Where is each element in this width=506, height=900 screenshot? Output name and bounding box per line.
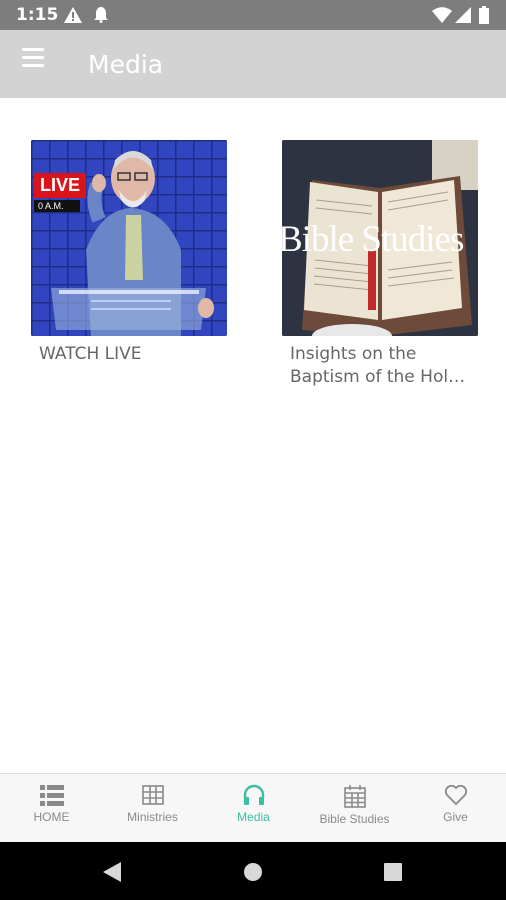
nav-label: Give: [443, 810, 468, 824]
media-card-bible-studies[interactable]: Bible Studies Insights on the Baptism of…: [282, 140, 478, 389]
system-navigation-bar: [0, 842, 506, 900]
bible-studies-overlay-text: Bible Studies: [282, 219, 464, 260]
live-badge: LIVE: [34, 173, 87, 198]
app-bar: Media: [0, 30, 506, 98]
bottom-navigation: HOME Ministries Media Bible Studies Give: [0, 773, 506, 842]
recents-icon[interactable]: [384, 863, 402, 881]
media-card-title: Insights on the Baptism of the Hol…: [290, 344, 466, 387]
bible-studies-thumbnail[interactable]: Bible Studies: [282, 140, 478, 336]
media-card-watch-live[interactable]: LIVE 0 A.M. WATCH LIVE: [31, 140, 227, 366]
live-time-caption: 0 A.M.: [34, 200, 80, 212]
nav-home[interactable]: HOME: [1, 784, 102, 824]
nav-label: Media: [237, 810, 270, 824]
nav-label: HOME: [33, 810, 70, 824]
grid-icon: [141, 785, 164, 805]
heart-icon: [444, 784, 467, 806]
nav-ministries[interactable]: Ministries: [102, 784, 203, 824]
preacher-image: [31, 140, 227, 336]
notification-bell-icon: [94, 7, 108, 23]
signal-icon: [455, 7, 471, 23]
home-icon[interactable]: [244, 863, 262, 881]
nav-give[interactable]: Give: [405, 784, 506, 824]
headphones-icon: [243, 784, 264, 805]
calendar-icon: [343, 785, 366, 808]
watch-live-thumbnail[interactable]: LIVE 0 A.M.: [31, 140, 227, 336]
nav-bible-studies[interactable]: Bible Studies: [304, 784, 405, 826]
status-time: 1:15: [16, 5, 59, 25]
battery-icon: [479, 6, 489, 24]
nav-media[interactable]: Media: [203, 784, 304, 824]
wifi-icon: [432, 7, 452, 23]
media-card-title: WATCH LIVE: [39, 344, 142, 364]
page-title: Media: [88, 50, 164, 79]
warning-icon: [64, 7, 82, 23]
hamburger-icon: [22, 48, 44, 51]
list-icon: [39, 785, 64, 806]
status-bar: 1:15: [0, 0, 506, 30]
nav-label: Bible Studies: [319, 812, 390, 826]
nav-label: Ministries: [127, 810, 178, 824]
menu-button[interactable]: [22, 48, 46, 70]
back-icon[interactable]: [103, 862, 121, 882]
